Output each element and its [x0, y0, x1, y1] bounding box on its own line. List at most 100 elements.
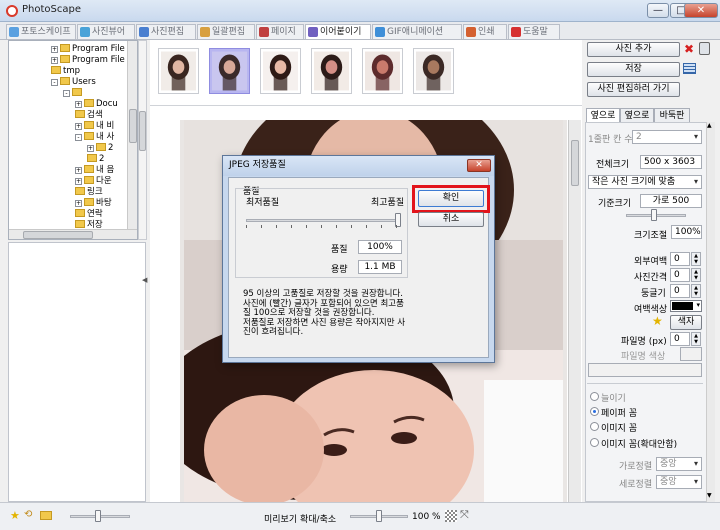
tab-2[interactable]: 사진뷰어	[77, 24, 135, 39]
expand-icon[interactable]: +	[51, 46, 58, 53]
collapse-icon[interactable]: -	[75, 134, 82, 141]
tab-7[interactable]: GIF애니메이션	[372, 24, 462, 39]
photo-thumbnail[interactable]	[260, 48, 301, 94]
tree-node[interactable]: -내 사	[75, 132, 114, 143]
expand-icon[interactable]: +	[75, 200, 82, 207]
settings-scrollbar[interactable]: ▲ ▼	[706, 122, 715, 502]
halign-dropdown[interactable]: 중앙	[656, 457, 702, 471]
rounding-field[interactable]: 0	[670, 284, 690, 298]
minimize-button[interactable]: —	[647, 3, 669, 18]
radio-paper[interactable]	[590, 407, 599, 416]
radio-image-fit[interactable]	[590, 438, 599, 447]
tree-node[interactable]: tmp	[51, 66, 80, 77]
photo-thumbnail[interactable]	[362, 48, 403, 94]
rounding-spinner[interactable]: ▲ ▼	[691, 284, 701, 298]
tab-8[interactable]: 인쇄	[463, 24, 507, 39]
trash-icon[interactable]	[699, 42, 710, 55]
tab-4[interactable]: 일괄편집	[197, 24, 255, 39]
tab-1[interactable]: 포토스케이프	[6, 24, 76, 39]
collapse-icon[interactable]: -	[51, 79, 58, 86]
photo-thumbnail[interactable]	[413, 48, 454, 94]
folder-tree[interactable]: + Program File + Program File tmp - Users - + Doc…	[8, 40, 138, 240]
radio-image[interactable]	[590, 422, 599, 431]
tree-side-scrollbar[interactable]	[138, 40, 147, 240]
expand-icon[interactable]: +	[51, 57, 58, 64]
tree-node[interactable]: 저장	[75, 220, 103, 231]
star-icon[interactable]: ★	[652, 314, 663, 328]
expand-icon[interactable]: +	[87, 145, 94, 152]
expand-icon[interactable]: +	[75, 101, 82, 108]
goto-edit-button[interactable]: 사진 편집하러 가기	[587, 82, 680, 97]
favorite-star-icon[interactable]: ★	[10, 509, 20, 522]
tree-node[interactable]: 2	[87, 154, 104, 165]
fit-mode-dropdown[interactable]: 작은 사진 크기에 맞춤	[588, 175, 702, 189]
tab-grid[interactable]: 바둑판	[654, 108, 690, 123]
tree-vertical-scrollbar[interactable]	[127, 41, 137, 229]
tree-node[interactable]: + 내 비	[75, 121, 114, 132]
cancel-button[interactable]: 취소	[418, 212, 484, 227]
margin-color-picker[interactable]: ▾	[670, 300, 702, 312]
expand-icon[interactable]: +	[75, 123, 82, 130]
expand-icon[interactable]: +	[75, 167, 82, 174]
tree-node[interactable]: + Program File	[51, 44, 125, 55]
quality-slider[interactable]	[246, 219, 401, 222]
tree-hscroll-thumb[interactable]	[23, 231, 93, 239]
list-icon[interactable]	[683, 63, 696, 74]
photo-thumbnail[interactable]	[209, 48, 250, 94]
tree-node[interactable]: -	[63, 88, 84, 99]
line-field[interactable]: 0	[670, 332, 690, 346]
remove-icon[interactable]: ✖	[684, 43, 694, 55]
expand-icon[interactable]: +	[75, 178, 82, 185]
add-photo-button[interactable]: 사진 추가	[587, 42, 680, 57]
tree-node[interactable]: + 바탕	[75, 198, 112, 209]
color-button[interactable]: 색자	[670, 315, 702, 330]
outer-margin-spinner[interactable]: ▲ ▼	[691, 252, 701, 266]
tree-node[interactable]: + Docu	[75, 99, 118, 110]
rotate-icon[interactable]: ⟲	[24, 509, 32, 520]
tab-6[interactable]: 이어붙이기	[305, 24, 371, 39]
photo-thumbnail[interactable]	[311, 48, 352, 94]
tree-horizontal-scrollbar[interactable]	[9, 229, 137, 239]
tree-node[interactable]: - Users	[51, 77, 96, 88]
fit-screen-icon[interactable]: ⤧	[460, 508, 469, 522]
spacing-field[interactable]: 0	[670, 268, 690, 282]
tree-node[interactable]: 연락	[75, 209, 103, 220]
scroll-down-icon[interactable]: ▼	[707, 492, 712, 499]
dialog-close-button[interactable]: ✕	[467, 159, 491, 172]
tree-node[interactable]: + 다운	[75, 176, 112, 187]
base-size-slider-knob[interactable]	[651, 209, 657, 221]
valign-dropdown[interactable]: 중앙	[656, 475, 702, 489]
ok-button[interactable]: 확인	[418, 190, 484, 207]
zoom-field[interactable]: 100%	[671, 225, 702, 239]
spacing-spinner[interactable]: ▲ ▼	[691, 268, 701, 282]
radio-stretch[interactable]	[590, 392, 599, 401]
tree-scroll-thumb[interactable]	[129, 109, 137, 143]
thumbnail-size-knob[interactable]	[95, 510, 101, 522]
collapse-left-arrow[interactable]: ◀	[142, 276, 147, 284]
photo-thumbnail[interactable]	[158, 48, 199, 94]
tree-node[interactable]: + Program File	[51, 55, 125, 66]
scroll-up-icon[interactable]: ▲	[707, 122, 712, 129]
preview-zoom-knob[interactable]	[376, 510, 382, 522]
tab-3[interactable]: 사진편집	[136, 24, 196, 39]
collapse-icon[interactable]: -	[63, 90, 70, 97]
folder-icon[interactable]	[40, 511, 52, 520]
transparency-icon[interactable]	[445, 510, 457, 522]
rows-dropdown[interactable]: 2	[632, 130, 702, 144]
canvas-vertical-scrollbar[interactable]	[568, 120, 581, 502]
save-button[interactable]: 저장	[587, 62, 680, 77]
close-button[interactable]: ✕	[684, 3, 718, 18]
tree-node[interactable]: + 내 음	[75, 165, 114, 176]
tab-side[interactable]: 옆으로	[620, 108, 654, 123]
tab-5[interactable]: 페이지	[256, 24, 304, 39]
canvas-scroll-thumb[interactable]	[571, 140, 579, 186]
outer-margin-field[interactable]: 0	[670, 252, 690, 266]
line-spinner[interactable]: ▲ ▼	[691, 332, 701, 346]
tab-9[interactable]: 도움말	[508, 24, 560, 39]
tree-node[interactable]: 링크	[75, 187, 103, 198]
tree-node[interactable]: 검색	[75, 110, 103, 121]
tab-horizontal[interactable]: 옆으로	[586, 108, 620, 123]
tree-node[interactable]: +2	[87, 143, 113, 154]
file-list-panel[interactable]	[8, 242, 146, 502]
tree-side-thumb[interactable]	[139, 111, 146, 151]
